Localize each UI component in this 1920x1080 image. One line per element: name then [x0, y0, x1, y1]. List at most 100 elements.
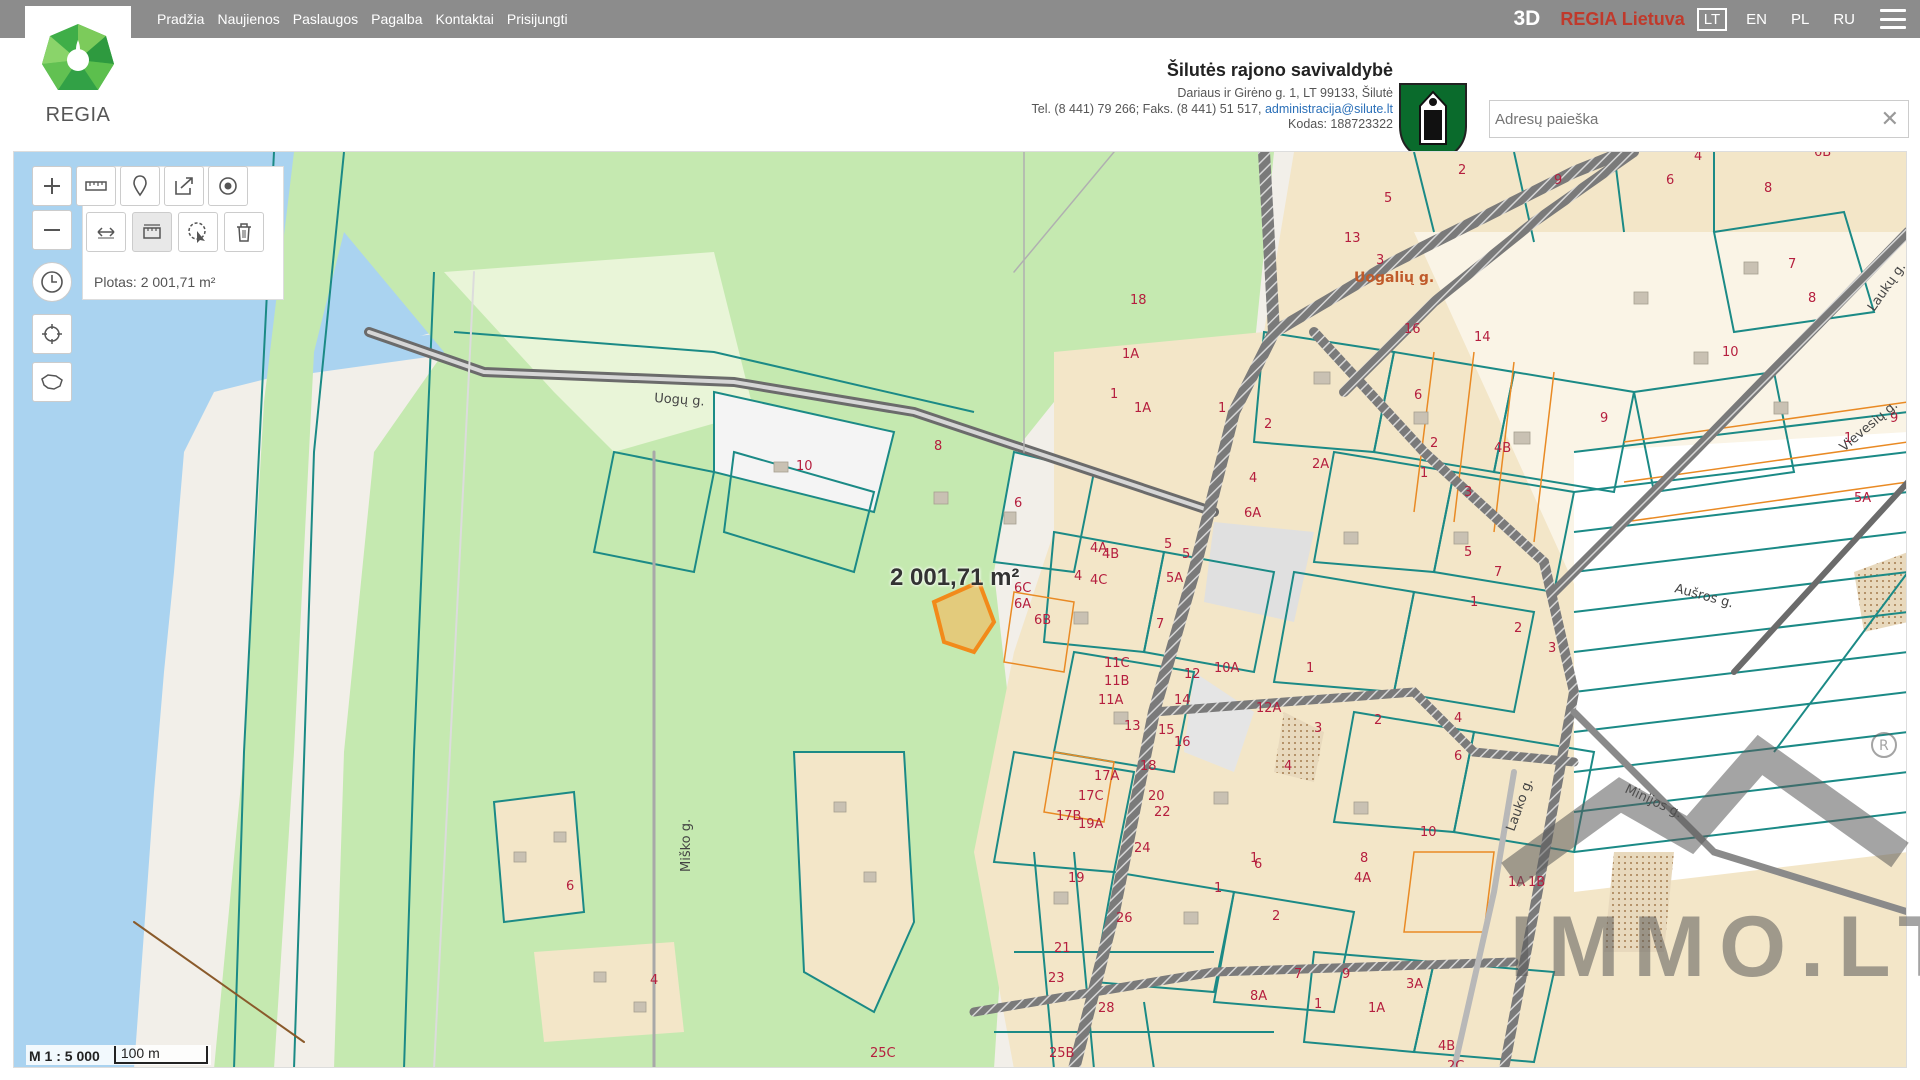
- svg-text:17C: 17C: [1078, 789, 1104, 804]
- map-pin-icon: [133, 175, 147, 197]
- distance-arrows-icon: [97, 227, 115, 239]
- regia-logo[interactable]: REGIA: [25, 6, 131, 142]
- share-export-tool[interactable]: [164, 166, 204, 206]
- svg-text:1: 1: [1250, 851, 1258, 866]
- lang-lt-button[interactable]: LT: [1696, 7, 1728, 31]
- nav-login[interactable]: Prisijungti: [507, 11, 568, 27]
- svg-text:6: 6: [1666, 173, 1674, 188]
- svg-text:8A: 8A: [1250, 989, 1267, 1004]
- svg-text:8: 8: [1808, 291, 1816, 306]
- lang-ru-button[interactable]: RU: [1828, 10, 1860, 29]
- svg-text:1A: 1A: [1368, 1001, 1385, 1016]
- svg-text:3: 3: [1548, 641, 1556, 656]
- svg-text:11B: 11B: [1104, 674, 1129, 689]
- svg-text:16: 16: [1174, 735, 1191, 750]
- svg-text:10: 10: [1722, 345, 1739, 360]
- measure-area-tool[interactable]: [132, 212, 172, 252]
- svg-text:11A: 11A: [1098, 693, 1124, 708]
- svg-text:1: 1: [1218, 401, 1226, 416]
- svg-text:13: 13: [1344, 231, 1361, 246]
- svg-text:4B: 4B: [1438, 1039, 1455, 1054]
- zoom-in-button[interactable]: [32, 166, 72, 206]
- nav-news[interactable]: Naujienos: [217, 11, 279, 27]
- svg-text:9: 9: [1600, 411, 1608, 426]
- svg-text:4: 4: [1284, 759, 1292, 774]
- svg-text:2: 2: [1374, 713, 1382, 728]
- immo-watermark-logo: R: [1501, 732, 1909, 888]
- svg-text:4B: 4B: [1494, 441, 1511, 456]
- svg-text:7: 7: [1294, 967, 1302, 982]
- lang-en-button[interactable]: EN: [1741, 10, 1772, 29]
- svg-text:2: 2: [1264, 417, 1272, 432]
- svg-text:5: 5: [1384, 191, 1392, 206]
- svg-text:9: 9: [1554, 173, 1562, 188]
- svg-text:1: 1: [1470, 595, 1478, 610]
- svg-text:6: 6: [566, 879, 574, 894]
- clear-search-icon[interactable]: ✕: [1881, 106, 1899, 132]
- lithuania-extent-button[interactable]: [32, 362, 72, 402]
- top-right-controls: 3D REGIA Lietuva LT EN PL RU: [1514, 0, 1920, 38]
- svg-text:26: 26: [1116, 911, 1133, 926]
- svg-text:4B: 4B: [1102, 547, 1119, 562]
- svg-text:4A: 4A: [1354, 871, 1371, 886]
- svg-text:3A: 3A: [1406, 977, 1423, 992]
- measure-length-tool[interactable]: [76, 166, 116, 206]
- svg-text:1A: 1A: [1134, 401, 1151, 416]
- regia-logo-icon: [42, 24, 114, 90]
- ruler-icon: [85, 181, 107, 191]
- lang-pl-button[interactable]: PL: [1786, 10, 1814, 29]
- country-outline-icon: [41, 374, 63, 390]
- nav-contacts[interactable]: Kontaktai: [436, 11, 494, 27]
- svg-text:28: 28: [1098, 1001, 1115, 1016]
- measure-distance-tool[interactable]: [86, 212, 126, 252]
- nav-home[interactable]: Pradžia: [157, 11, 204, 27]
- municipality-code: Kodas: 188723322: [1288, 117, 1393, 131]
- svg-text:6B: 6B: [1034, 613, 1051, 628]
- locate-me-button[interactable]: [32, 314, 72, 354]
- municipality-phone-line: Tel. (8 441) 79 266; Faks. (8 441) 51 51…: [1032, 102, 1394, 118]
- svg-text:1: 1: [1306, 661, 1314, 676]
- svg-text:7: 7: [1494, 565, 1502, 580]
- svg-text:1: 1: [1110, 387, 1118, 402]
- svg-text:12A: 12A: [1256, 701, 1282, 716]
- svg-text:1: 1: [1314, 997, 1322, 1012]
- svg-text:6: 6: [1454, 749, 1462, 764]
- svg-text:4C: 4C: [1090, 573, 1107, 588]
- svg-text:5: 5: [1182, 547, 1190, 562]
- svg-text:8: 8: [1360, 851, 1368, 866]
- history-button[interactable]: [32, 262, 72, 302]
- svg-text:6B: 6B: [1814, 152, 1831, 160]
- immo-watermark-text: IMMO.LT: [1510, 899, 1920, 995]
- header: Šilutės rajono savivaldybė Dariaus ir Gi…: [0, 38, 1920, 164]
- target-dot-icon: [219, 177, 237, 195]
- svg-text:23: 23: [1048, 971, 1065, 986]
- svg-text:12: 12: [1184, 667, 1201, 682]
- minus-icon: [44, 229, 60, 231]
- svg-text:1A: 1A: [1122, 347, 1139, 362]
- regia-lietuva-link[interactable]: REGIA Lietuva: [1560, 9, 1684, 30]
- address-search-input[interactable]: [1490, 101, 1870, 137]
- svg-text:24: 24: [1134, 841, 1151, 856]
- svg-text:21: 21: [1054, 941, 1071, 956]
- svg-text:Uogalių g.: Uogalių g.: [1354, 270, 1434, 286]
- svg-text:10A: 10A: [1214, 661, 1240, 676]
- 3d-view-button[interactable]: 3D: [1514, 7, 1541, 31]
- zoom-out-button[interactable]: [32, 210, 72, 250]
- place-marker-tool[interactable]: [120, 166, 160, 206]
- nav-services[interactable]: Paslaugos: [293, 11, 358, 27]
- select-measure-tool[interactable]: [178, 212, 218, 252]
- svg-text:6A: 6A: [1014, 597, 1031, 612]
- nav-help[interactable]: Pagalba: [371, 11, 422, 27]
- municipality-email-link[interactable]: administracija@silute.lt: [1265, 102, 1393, 116]
- svg-text:8: 8: [1764, 181, 1772, 196]
- svg-text:7: 7: [1788, 257, 1796, 272]
- menu-icon[interactable]: [1880, 9, 1906, 29]
- svg-text:2: 2: [1514, 621, 1522, 636]
- delete-measurement-tool[interactable]: [224, 212, 264, 252]
- svg-text:Miško g.: Miško g.: [679, 819, 694, 872]
- svg-text:9: 9: [1342, 967, 1350, 982]
- svg-text:5: 5: [1164, 537, 1172, 552]
- point-tool[interactable]: [208, 166, 248, 206]
- plus-icon: [44, 178, 60, 194]
- svg-text:2: 2: [1458, 163, 1466, 178]
